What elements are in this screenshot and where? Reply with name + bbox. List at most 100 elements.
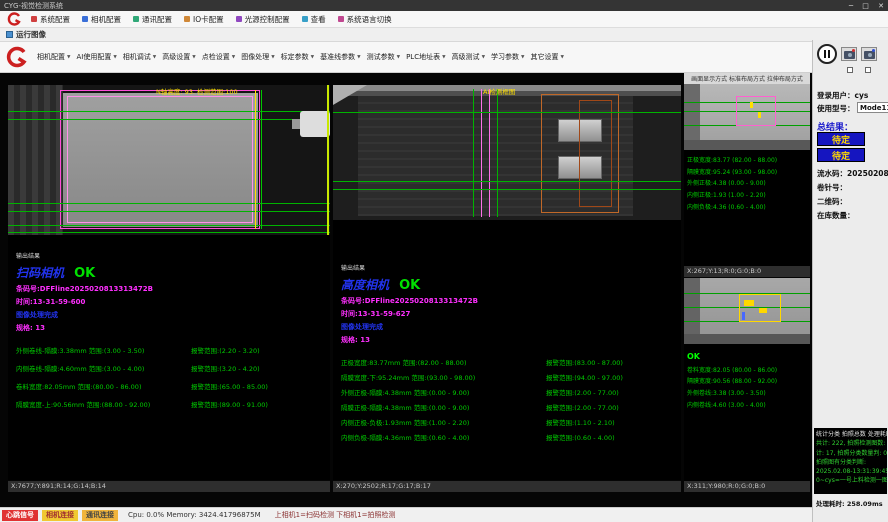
chevron-down-icon: ▼ (442, 55, 445, 60)
toolbar-button-spot-check[interactable]: 点检设置▼ (199, 50, 238, 64)
measurement-row: 隔膜正极-隔膜:4.38mm 范围:(0.00 - 9.00)报警范围:(2.0… (341, 402, 677, 412)
camera-button-top[interactable] (841, 47, 857, 61)
heartbeat-badge[interactable]: 心跳信号 (2, 510, 38, 521)
button-label: 相机调试 (123, 52, 151, 62)
camera-view-middle[interactable]: AI检测框图 输出结果 高度相机 OK 条码号:DFFline202502081… (333, 85, 681, 480)
maximize-button[interactable]: □ (862, 2, 869, 10)
camera-view-aux-bottom[interactable]: OK 卷料宽度:82.05 (80.00 - 86.00) 隔膜宽度:90.56… (684, 278, 810, 481)
menu-item-language-switch[interactable]: 系统语言切换 (338, 14, 392, 25)
aux-measure-value: 内侧负极:4.36 (0.60 - 4.00) (687, 202, 807, 214)
measure-value: 隔膜宽度-下:95.24mm 范围:(93.00 - 98.00) (341, 372, 546, 382)
button-label: 基准线参数 (320, 52, 355, 62)
stats-header: 统计分类 拍照总数 处理耗时 (816, 430, 885, 439)
comm-connection-badge[interactable]: 通讯连接 (82, 510, 118, 521)
status-dot-icon (872, 49, 875, 52)
toolbar: 相机配置▼ AI使用配置▼ 相机调试▼ 高级设置▼ 点检设置▼ 图像处理▼ 标定… (0, 42, 812, 73)
menu-label: 通讯配置 (142, 14, 172, 25)
ai-overlay-label: AI检测框图 (483, 86, 515, 96)
camera-button-bottom[interactable] (861, 47, 877, 61)
toolbar-button-advanced-settings[interactable]: 高级设置▼ (159, 50, 198, 64)
menu-item-view[interactable]: 查看 (302, 14, 326, 25)
login-user-line: 登录用户：cys (817, 90, 868, 101)
model-line: 使用型号： (817, 103, 855, 114)
stock-count-label: 在库数量： (817, 210, 855, 221)
edge-line-green (261, 90, 262, 229)
chevron-down-icon: ▼ (67, 55, 70, 60)
model-select[interactable]: Mode11 ▼ (857, 102, 888, 113)
output-result-label: 输出结果 (341, 263, 677, 272)
cpu-memory-text: Cpu: 0.0% Memory: 3424.41796875M (128, 511, 261, 519)
spec-text: 规格: 13 (16, 323, 326, 333)
button-label: 相机配置 (37, 52, 65, 62)
pause-button[interactable] (817, 44, 837, 64)
camera-view-aux-top[interactable]: 正极宽度:83.77 (82.00 - 88.00) 隔膜宽度:95.24 (9… (684, 84, 810, 277)
toolbar-button-test-params[interactable]: 测试参数▼ (364, 50, 403, 64)
camera-checkbox-1[interactable] (847, 67, 853, 73)
chevron-down-icon: ▼ (232, 55, 235, 60)
output-result-label: 输出结果 (16, 251, 326, 260)
menu-icon (338, 16, 344, 22)
camera-connection-badge[interactable]: 相机连接 (42, 510, 78, 521)
stats-line: 2025.02.08-13:31:39:45: (816, 467, 885, 476)
chevron-down-icon: ▼ (357, 55, 360, 60)
camera-checkbox-2[interactable] (865, 67, 871, 73)
toolbar-button-learning-params[interactable]: 学习参数▼ (488, 50, 527, 64)
menu-item-system-config[interactable]: 系统配置 (31, 14, 70, 25)
aux-measure-value: 外侧正极:4.38 (0.00 - 9.00) (687, 178, 807, 190)
camera-lens-icon (848, 53, 852, 57)
alarm-range: 报警范围:(3.20 - 4.20) (191, 363, 260, 373)
camera-image-middle: AI检测框图 (333, 85, 681, 220)
measure-line (333, 112, 681, 113)
toolbar-button-calibration-params[interactable]: 标定参数▼ (278, 50, 317, 64)
measure-overlay-label: N轴高度: 93. 检测范围:100 (156, 86, 238, 96)
toolbar-button-camera-config[interactable]: 相机配置▼ (34, 50, 73, 64)
machine-frame (8, 85, 63, 235)
minimize-button[interactable]: ─ (849, 2, 853, 10)
toolbar-button-camera-debug[interactable]: 相机调试▼ (120, 50, 159, 64)
marker (744, 300, 754, 306)
main-area: N轴高度: 93. 检测范围:100 输出结果 扫码相机 OK 条码号:DFFl… (0, 73, 812, 507)
layout-mode-bar[interactable]: 画面显示方式 标准布局方式 拉伸布局方式 (684, 73, 810, 84)
aux-measure-value: 正极宽度:83.77 (82.00 - 88.00) (687, 155, 807, 167)
marker (758, 112, 761, 118)
toolbar-button-plc-address[interactable]: PLC地址表▼ (403, 50, 448, 64)
toolbar-button-other-settings[interactable]: 其它设置▼ (528, 50, 567, 64)
toolbar-button-baseline-params[interactable]: 基准线参数▼ (317, 50, 363, 64)
right-sidebar: 登录用户：cys 使用型号： Mode11 ▼ 总结果： 待定 待定 流水码：2… (812, 40, 888, 522)
measurement-rows: 正极宽度:83.77mm 范围:(82.00 - 88.00)报警范围:(83.… (341, 357, 677, 442)
toolbar-button-advanced-test[interactable]: 高级测试▼ (449, 50, 488, 64)
menu-icon (31, 16, 37, 22)
camera-view-left[interactable]: N轴高度: 93. 检测范围:100 输出结果 扫码相机 OK 条码号:DFFl… (8, 85, 330, 480)
menu-item-comm-config[interactable]: 通讯配置 (133, 14, 172, 25)
view-split-line (327, 85, 329, 235)
window-title: CYG-视觉检测系统 (4, 1, 63, 11)
menu-item-light-config[interactable]: 光源控制配置 (236, 14, 290, 25)
measurement-row: 外侧正极-隔膜:4.38mm 范围:(0.00 - 9.00)报警范围:(2.0… (341, 387, 677, 397)
app-window: CYG-视觉检测系统 ─ □ ✕ 系统配置 相机配置 通讯配置 IO卡配置 光源… (0, 0, 888, 522)
menu-label: IO卡配置 (193, 14, 224, 25)
marker (759, 308, 767, 313)
measure-value: 内侧卷线-隔膜:4.60mm 范围:(3.00 - 4.00) (16, 363, 191, 373)
aux-measure-value: 内侧正极:1.93 (1.00 - 2.20) (687, 190, 807, 202)
alarm-range: 报警范围:(0.60 - 4.00) (546, 432, 615, 442)
app-logo (4, 44, 30, 70)
measure-line (8, 211, 330, 212)
tab-run-image[interactable]: 运行图像 (6, 29, 46, 40)
button-label: PLC地址表 (406, 52, 440, 62)
chevron-down-icon: ▼ (521, 55, 524, 60)
menu-item-io-config[interactable]: IO卡配置 (184, 14, 224, 25)
toolbar-button-image-processing[interactable]: 图像处理▼ (238, 50, 277, 64)
button-label: 测试参数 (367, 52, 395, 62)
timestamp-text: 时间:13-31-59-600 (16, 297, 326, 307)
stats-panel: 统计分类 拍照总数 处理耗时 共计: 222, 拍照检测图数: 计: 17, 拍… (814, 428, 887, 494)
toolbar-button-ai-config[interactable]: AI使用配置▼ (73, 50, 119, 64)
close-button[interactable]: ✕ (878, 2, 884, 10)
aux-measure-value: 隔膜宽度:90.56 (88.00 - 92.00) (687, 376, 807, 388)
result-box-1: 待定 (817, 132, 865, 146)
pixel-coords-right: X:311;Y:980;R:0;G:0;B:0 (684, 481, 810, 492)
aux-measure-lines: OK 卷料宽度:82.05 (80.00 - 86.00) 隔膜宽度:90.56… (684, 344, 810, 411)
menu-item-camera-config[interactable]: 相机配置 (82, 14, 121, 25)
timestamp-text: 时间:13-31-59-627 (341, 309, 677, 319)
result-box-2: 待定 (817, 148, 865, 162)
measurement-row: 隔膜宽度-上:90.56mm 范围:(88.00 - 92.00)报警范围:(8… (16, 399, 326, 409)
